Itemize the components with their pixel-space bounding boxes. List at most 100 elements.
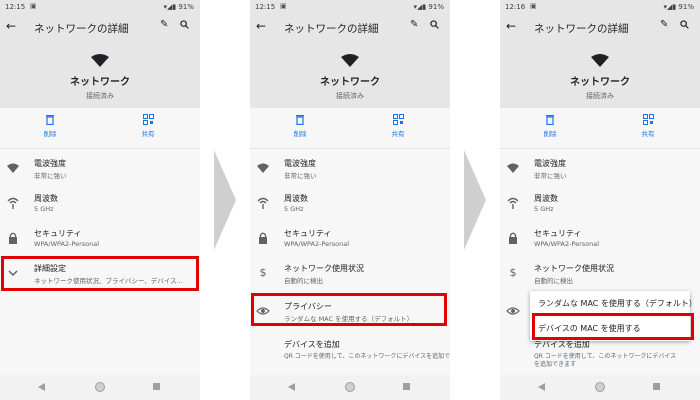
row-add-device[interactable]: デバイスを追加 QR コードを使用して、このネットワークにデバイスを追加できます	[250, 333, 450, 367]
action-bar: 削除 共有	[250, 108, 450, 149]
back-arrow-icon[interactable]: ←	[6, 19, 16, 33]
frequency-icon	[507, 197, 519, 209]
row-title: セキュリティ	[284, 229, 332, 238]
action-bar: 削除 共有	[500, 108, 700, 149]
delete-button[interactable]: 削除	[270, 114, 330, 138]
status-time: 12:15	[5, 3, 26, 11]
network-name: ネットワーク	[70, 77, 130, 88]
nav-recents-icon[interactable]	[403, 383, 410, 390]
row-subtitle: 非常に強い	[34, 172, 67, 180]
trash-icon	[46, 115, 54, 125]
share-button[interactable]: 共有	[618, 114, 678, 138]
page-title: ネットワークの詳細	[34, 23, 129, 35]
status-bar: 12:15 ▣ ▾◢▮ 91%	[250, 0, 450, 14]
nav-back-icon[interactable]	[538, 383, 545, 391]
status-indicators: ▾◢▮ 91%	[413, 3, 444, 11]
status-indicators: ▾◢▮ 91%	[163, 3, 194, 11]
nav-back-icon[interactable]	[38, 383, 45, 391]
dollar-icon: $	[509, 266, 517, 279]
highlight-box	[532, 313, 694, 340]
notification-icon: ▣	[30, 2, 37, 10]
row-frequency: 周波数 5 GHz	[500, 187, 700, 221]
phone-screen-1: 12:15 ▣ ▾◢▮ 91% ← ネットワークの詳細 ✎ ネットワーク 接続済…	[0, 0, 200, 400]
signal-icon	[257, 163, 269, 173]
network-header: ネットワーク 接続済み	[500, 40, 700, 108]
navigation-bar	[500, 375, 700, 400]
nav-home-icon[interactable]	[595, 382, 605, 392]
row-subtitle: 5 GHz	[284, 205, 304, 213]
search-icon[interactable]	[430, 20, 439, 29]
delete-button[interactable]: 削除	[20, 114, 80, 138]
row-signal-strength: 電波強度 非常に強い	[0, 152, 200, 186]
wifi-icon	[91, 54, 109, 67]
row-signal-strength: 電波強度 非常に強い	[500, 152, 700, 186]
row-title: 周波数	[534, 194, 558, 203]
frequency-icon	[257, 197, 269, 209]
row-title: 周波数	[34, 194, 58, 203]
menu-option-random-mac[interactable]: ランダムな MAC を使用する（デフォルト）	[538, 298, 697, 309]
row-frequency: 周波数 5 GHz	[0, 187, 200, 221]
row-title: デバイスを追加	[284, 340, 340, 349]
edit-pencil-icon[interactable]: ✎	[660, 19, 668, 30]
delete-button[interactable]: 削除	[520, 114, 580, 138]
privacy-eye-icon	[506, 307, 520, 315]
nav-home-icon[interactable]	[345, 382, 355, 392]
row-subtitle: 非常に強い	[284, 172, 317, 180]
edit-pencil-icon[interactable]: ✎	[160, 19, 168, 30]
trash-icon	[296, 115, 304, 125]
lock-icon	[9, 232, 17, 244]
row-network-usage[interactable]: $ ネットワーク使用状況 自動的に検出	[500, 257, 700, 291]
delete-label: 削除	[543, 130, 557, 138]
row-security: セキュリティ WPA/WPA2-Personal	[0, 222, 200, 256]
edit-pencil-icon[interactable]: ✎	[410, 19, 418, 30]
network-status: 接続済み	[336, 92, 364, 100]
highlight-box	[251, 293, 447, 326]
row-title: 電波強度	[34, 159, 66, 168]
row-title: ネットワーク使用状況	[534, 264, 614, 273]
nav-back-icon[interactable]	[288, 383, 295, 391]
step-arrow	[464, 150, 486, 250]
row-subtitle: 自動的に検出	[534, 277, 573, 285]
row-title: 電波強度	[284, 159, 316, 168]
dollar-icon: $	[259, 266, 267, 279]
app-bar: ← ネットワークの詳細 ✎	[500, 14, 700, 40]
row-subtitle: WPA/WPA2-Personal	[534, 240, 600, 248]
row-subtitle: 自動的に検出	[284, 277, 323, 285]
share-button[interactable]: 共有	[118, 114, 178, 138]
signal-icon	[507, 163, 519, 173]
row-subtitle: QR コードを使用して、このネットワークにデバイスを追加できます	[284, 353, 450, 360]
qr-code-icon	[142, 114, 154, 125]
row-subtitle: 非常に強い	[534, 172, 567, 180]
frequency-icon	[7, 197, 19, 209]
signal-icon	[7, 163, 19, 173]
highlight-box	[1, 256, 199, 291]
row-title: ネットワーク使用状況	[284, 264, 364, 273]
nav-recents-icon[interactable]	[653, 383, 660, 390]
status-time: 12:16	[505, 3, 526, 11]
network-header: ネットワーク 接続済み	[0, 40, 200, 108]
row-frequency: 周波数 5 GHz	[250, 187, 450, 221]
share-button[interactable]: 共有	[368, 114, 428, 138]
back-arrow-icon[interactable]: ←	[506, 19, 516, 33]
status-time: 12:15	[255, 3, 276, 11]
step-arrow	[214, 150, 236, 250]
page-title: ネットワークの詳細	[284, 23, 379, 35]
back-arrow-icon[interactable]: ←	[256, 19, 266, 33]
network-name: ネットワーク	[320, 77, 380, 88]
nav-recents-icon[interactable]	[153, 383, 160, 390]
status-indicators: ▾◢▮ 91%	[663, 3, 694, 11]
nav-home-icon[interactable]	[95, 382, 105, 392]
delete-label: 削除	[293, 130, 307, 138]
row-security: セキュリティ WPA/WPA2-Personal	[250, 222, 450, 256]
network-name: ネットワーク	[570, 77, 630, 88]
delete-label: 削除	[43, 130, 57, 138]
row-subtitle: 5 GHz	[34, 205, 54, 213]
row-subtitle-line2: を追加できます	[534, 361, 577, 368]
search-icon[interactable]	[180, 20, 189, 29]
wifi-icon	[341, 54, 359, 67]
search-icon[interactable]	[680, 20, 689, 29]
row-network-usage[interactable]: $ ネットワーク使用状況 自動的に検出	[250, 257, 450, 291]
row-title: セキュリティ	[34, 229, 82, 238]
wifi-icon	[591, 54, 609, 67]
row-title: 電波強度	[534, 159, 566, 168]
